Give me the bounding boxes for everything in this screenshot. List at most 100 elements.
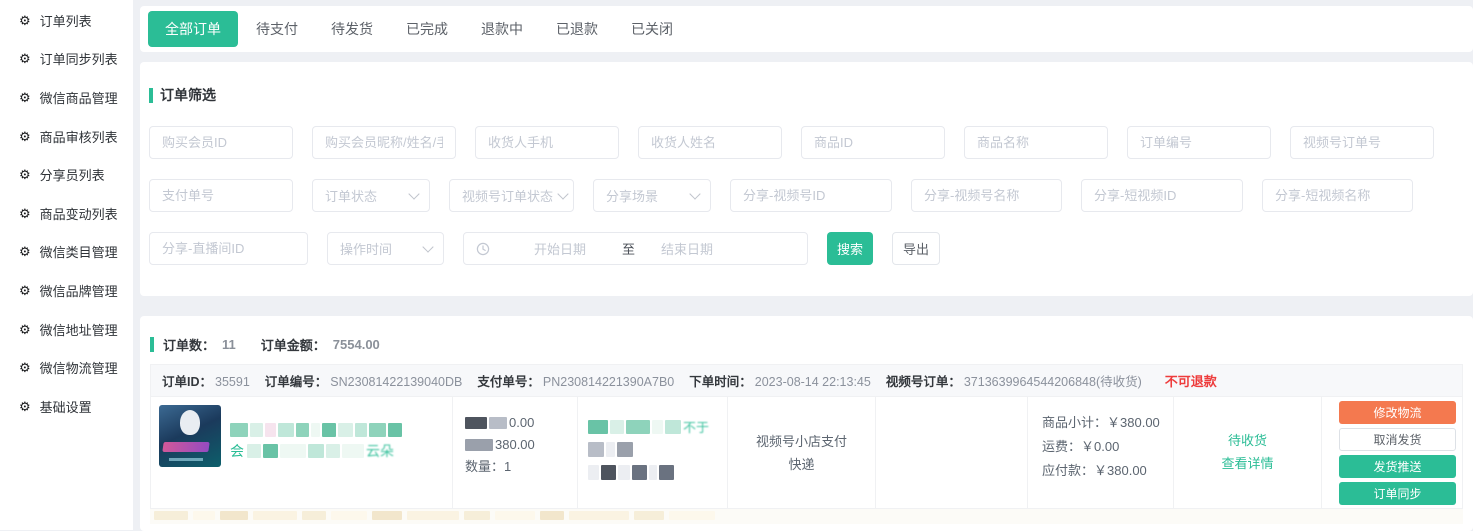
filter-input-share-channels-name[interactable] — [911, 179, 1062, 212]
product-name-fragment-end: 云朵 — [366, 441, 394, 461]
payment-cell: 视频号小店支付 快递 — [728, 397, 876, 508]
poster-figure — [180, 410, 200, 435]
order-header: 订单ID：35591 订单编号：SN23081422139040DB 支付单号：… — [150, 364, 1463, 397]
sidebar-item-label: 微信品牌管理 — [40, 281, 118, 300]
price-fragment: 0.00 — [509, 412, 534, 434]
app-root: ⚙ 订单列表 ⚙ 订单同步列表 ⚙ 微信商品管理 ⚙ 商品审核列表 ⚙ 分享员列… — [0, 0, 1473, 530]
order-status-text: 待收货 — [1174, 429, 1321, 452]
redacted-price-line: 380.00 — [465, 434, 577, 456]
sidebar-item-sharer-list[interactable]: ⚙ 分享员列表 — [0, 155, 133, 194]
redacted-receiver-name — [588, 441, 727, 458]
chevron-down-icon — [689, 188, 700, 199]
payment-method: 视频号小店支付 — [728, 430, 875, 453]
tab-pending-payment[interactable]: 待支付 — [241, 11, 313, 47]
filter-input-share-video-id[interactable] — [1081, 179, 1243, 212]
order-status-tabs: 全部订单 待支付 待发货 已完成 退款中 已退款 已关闭 — [140, 6, 1473, 52]
sidebar-item-label: 基础设置 — [40, 397, 92, 416]
modify-logistics-button[interactable]: 修改物流 — [1339, 401, 1456, 424]
poster-subtitle-art — [169, 458, 203, 461]
order-time-field: 下单时间：2023-08-14 22:13:45 — [689, 371, 871, 390]
filter-input-share-video-name[interactable] — [1262, 179, 1413, 212]
filter-row-1 — [149, 126, 1464, 159]
filter-row-3: 操作时间 开始日期 至 结束日期 搜索 导出 — [149, 232, 1464, 265]
filter-input-channels-order-no[interactable] — [1290, 126, 1434, 159]
sidebar-item-order-sync-list[interactable]: ⚙ 订单同步列表 — [0, 40, 133, 79]
gear-icon: ⚙ — [19, 400, 31, 413]
tab-completed[interactable]: 已完成 — [391, 11, 463, 47]
filter-input-receiver-phone[interactable] — [475, 126, 619, 159]
sidebar-item-order-list[interactable]: ⚙ 订单列表 — [0, 1, 133, 40]
shipping-fee-line: 运费：￥0.00 — [1042, 435, 1173, 459]
gear-icon: ⚙ — [19, 14, 31, 27]
order-no-field: 订单编号：SN23081422139040DB — [265, 371, 463, 390]
order-sync-button[interactable]: 订单同步 — [1339, 482, 1456, 505]
sidebar-item-wechat-logistics-mgmt[interactable]: ⚙ 微信物流管理 — [0, 348, 133, 387]
gear-icon: ⚙ — [19, 168, 31, 181]
sidebar-item-label: 分享员列表 — [40, 165, 105, 184]
amount-due-line: 应付款：￥380.00 — [1042, 459, 1173, 483]
next-order-partial — [150, 509, 1463, 524]
sidebar-item-basic-settings[interactable]: ⚙ 基础设置 — [0, 387, 133, 426]
sidebar-item-wechat-category-mgmt[interactable]: ⚙ 微信类目管理 — [0, 233, 133, 272]
view-detail-link[interactable]: 查看详情 — [1174, 452, 1321, 475]
redacted-line — [230, 421, 404, 438]
cancel-shipment-button[interactable]: 取消发货 — [1339, 428, 1456, 451]
sidebar-item-wechat-brand-mgmt[interactable]: ⚙ 微信品牌管理 — [0, 271, 133, 310]
subtotal-line: 商品小计：￥380.00 — [1042, 411, 1173, 435]
filter-select-share-scene[interactable]: 分享场景 — [593, 179, 711, 212]
chevron-down-icon — [408, 188, 419, 199]
shipping-method: 快递 — [728, 453, 875, 476]
sidebar-item-label: 微信物流管理 — [40, 358, 118, 377]
clock-icon — [476, 242, 490, 256]
tab-refunded[interactable]: 已退款 — [541, 11, 613, 47]
filter-input-share-live-id[interactable] — [149, 232, 308, 265]
tab-pending-shipment[interactable]: 待发货 — [316, 11, 388, 47]
filter-input-receiver-name[interactable] — [638, 126, 782, 159]
sidebar-item-product-change-list[interactable]: ⚙ 商品变动列表 — [0, 194, 133, 233]
search-button[interactable]: 搜索 — [827, 232, 873, 265]
filter-input-order-no[interactable] — [1127, 126, 1271, 159]
tab-closed[interactable]: 已关闭 — [616, 11, 688, 47]
filter-input-buyer-id[interactable] — [149, 126, 293, 159]
export-button[interactable]: 导出 — [892, 232, 940, 265]
quantity-line: 数量：1 — [465, 456, 577, 478]
filter-select-order-status[interactable]: 订单状态 — [312, 179, 430, 212]
sidebar-item-label: 商品变动列表 — [40, 204, 118, 223]
date-range-picker[interactable]: 开始日期 至 结束日期 — [463, 232, 808, 265]
nickname-fragment: 不于 — [683, 417, 709, 436]
sidebar-item-label: 微信商品管理 — [40, 88, 118, 107]
tab-refunding[interactable]: 退款中 — [466, 11, 538, 47]
sidebar: ⚙ 订单列表 ⚙ 订单同步列表 ⚙ 微信商品管理 ⚙ 商品审核列表 ⚙ 分享员列… — [0, 0, 133, 530]
select-placeholder: 订单状态 — [325, 186, 377, 205]
filter-input-buyer-name[interactable] — [312, 126, 456, 159]
channels-order-field: 视频号订单：3713639964544206848(待收货) — [886, 371, 1142, 390]
filter-input-product-name[interactable] — [964, 126, 1108, 159]
sidebar-item-label: 订单同步列表 — [40, 49, 118, 68]
chevron-down-icon — [422, 241, 433, 252]
select-placeholder: 操作时间 — [340, 239, 392, 258]
select-placeholder: 分享场景 — [606, 186, 658, 205]
price-fragment: 380.00 — [495, 434, 535, 456]
status-cell: 待收货 查看详情 — [1174, 397, 1322, 508]
filter-card: 订单筛选 订单状态 视频号订单状态 — [140, 62, 1473, 296]
buyer-cell: 不于 — [578, 397, 728, 508]
filter-input-product-id[interactable] — [801, 126, 945, 159]
redacted-receiver-phone — [588, 464, 727, 481]
gear-icon: ⚙ — [19, 91, 31, 104]
sidebar-item-product-review-list[interactable]: ⚙ 商品审核列表 — [0, 117, 133, 156]
order-summary: 订单数： 11 订单金额： 7554.00 — [150, 335, 1463, 354]
tab-all-orders[interactable]: 全部订单 — [148, 11, 238, 47]
filter-input-pay-no[interactable] — [149, 179, 293, 212]
sidebar-item-wechat-address-mgmt[interactable]: ⚙ 微信地址管理 — [0, 310, 133, 349]
gear-icon: ⚙ — [19, 207, 31, 220]
shipment-push-button[interactable]: 发货推送 — [1339, 455, 1456, 478]
filter-select-op-time[interactable]: 操作时间 — [327, 232, 444, 265]
order-count-label: 订单数： — [163, 335, 215, 354]
sidebar-item-label: 微信地址管理 — [40, 320, 118, 339]
gear-icon: ⚙ — [19, 284, 31, 297]
gear-icon: ⚙ — [19, 323, 31, 336]
pay-no-field: 支付单号：PN230814221390A7B0 — [477, 371, 674, 390]
filter-input-share-channels-id[interactable] — [730, 179, 892, 212]
filter-select-channels-order-status[interactable]: 视频号订单状态 — [449, 179, 574, 212]
sidebar-item-wechat-product-mgmt[interactable]: ⚙ 微信商品管理 — [0, 78, 133, 117]
